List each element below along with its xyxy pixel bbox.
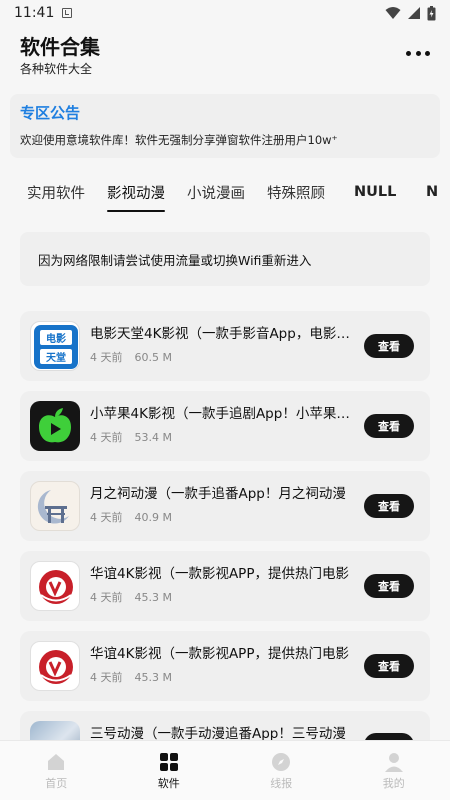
category-tabs: 实用软件 影视动漫 小说漫画 特殊照顾 NULL N: [0, 172, 450, 216]
more-options-button[interactable]: [406, 46, 430, 60]
nav-software[interactable]: 软件: [113, 741, 226, 800]
nav-home[interactable]: 首页: [0, 741, 113, 800]
tab-novel-comic[interactable]: 小说漫画: [187, 172, 245, 212]
app-meta: 4 天前 60.5 M: [90, 351, 172, 365]
page-title: 软件合集: [20, 35, 100, 59]
app-size: 45.3 M: [134, 591, 172, 604]
user-icon: [384, 752, 403, 772]
app-time: 4 天前: [90, 671, 123, 684]
app-meta: 4 天前 40.9 M: [90, 511, 172, 525]
wifi-icon: [385, 7, 401, 19]
nav-news[interactable]: 线报: [225, 741, 338, 800]
app-list-item[interactable]: 华谊4K影视（一款影视APP，提供热门电影 4 天前 45.3 M 查看: [20, 551, 430, 621]
app-time: 4 天前: [90, 591, 123, 604]
tab-utility[interactable]: 实用软件: [27, 172, 85, 212]
icon-text-top: 电影: [40, 330, 72, 345]
tab-special[interactable]: 特殊照顾: [267, 172, 325, 212]
huayi-app-icon: [30, 641, 80, 691]
view-button[interactable]: 查看: [364, 334, 414, 358]
nav-label: 软件: [157, 776, 180, 790]
more-dot-icon: [425, 50, 430, 56]
status-bar: 11:41: [0, 0, 450, 26]
moon-shrine-app-icon: [30, 481, 80, 531]
nav-label: 首页: [45, 776, 68, 790]
app-size: 60.5 M: [134, 351, 172, 364]
app-time: 4 天前: [90, 431, 123, 444]
app-size: 40.9 M: [134, 511, 172, 524]
tab-n[interactable]: N: [426, 172, 438, 212]
app-list-item[interactable]: 月之祠动漫（一款手追番App！月之祠动漫 4 天前 40.9 M 查看: [20, 471, 430, 541]
nav-profile[interactable]: 我的: [338, 741, 450, 800]
announcement-title: 专区公告: [20, 104, 81, 122]
announcement-card: 专区公告 欢迎使用意境软件库！软件无强制分享弹窗软件注册用户10w⁺: [10, 94, 440, 158]
green-apple-app-icon: [30, 401, 80, 451]
app-time: 4 天前: [90, 511, 123, 524]
app-name: 电影天堂4K影视（一款手影音App，电影天堂: [90, 326, 354, 342]
announcement-text: 欢迎使用意境软件库！软件无强制分享弹窗软件注册用户10w⁺: [20, 133, 338, 147]
view-button[interactable]: 查看: [364, 414, 414, 438]
app-size: 53.4 M: [134, 431, 172, 444]
app-list-item[interactable]: 小苹果4K影视（一款手追剧App！小苹果4K影视 4 天前 53.4 M 查看: [20, 391, 430, 461]
view-button[interactable]: 查看: [364, 574, 414, 598]
compass-icon: [272, 752, 291, 771]
page-header: 软件合集 各种软件大全: [0, 26, 450, 86]
home-icon: [48, 753, 65, 770]
signal-icon: [408, 7, 420, 19]
app-list-item[interactable]: 华谊4K影视（一款影视APP，提供热门电影 4 天前 45.3 M 查看: [20, 631, 430, 701]
huayi-app-icon: [30, 561, 80, 611]
more-dot-icon: [415, 50, 421, 56]
nav-label: 我的: [382, 776, 405, 790]
app-name: 小苹果4K影视（一款手追剧App！小苹果4K影视: [90, 406, 354, 422]
more-dot-icon: [406, 50, 411, 56]
app-name: 月之祠动漫（一款手追番App！月之祠动漫: [90, 486, 346, 502]
notification-icon: [62, 8, 73, 18]
nav-label: 线报: [270, 776, 293, 790]
app-list-item[interactable]: 电影 天堂 电影天堂4K影视（一款手影音App，电影天堂 4 天前 60.5 M …: [20, 311, 430, 381]
app-meta: 4 天前 53.4 M: [90, 431, 172, 445]
app-size: 45.3 M: [134, 671, 172, 684]
page-subtitle: 各种软件大全: [20, 62, 93, 76]
bottom-navigation: 首页 软件 线报 我的: [0, 740, 450, 800]
tab-null[interactable]: NULL: [354, 172, 396, 212]
app-meta: 4 天前 45.3 M: [90, 671, 172, 685]
tab-video-anime[interactable]: 影视动漫: [107, 172, 165, 212]
icon-text-bottom: 天堂: [40, 349, 72, 364]
app-name: 华谊4K影视（一款影视APP，提供热门电影: [90, 646, 349, 662]
network-notice: 因为网络限制请尝试使用流量或切换Wifi重新进入: [20, 232, 430, 286]
app-meta: 4 天前 45.3 M: [90, 591, 172, 605]
grid-icon: [159, 752, 178, 771]
view-button[interactable]: 查看: [364, 654, 414, 678]
battery-icon: [427, 5, 436, 20]
movie-heaven-app-icon: 电影 天堂: [30, 321, 80, 371]
app-time: 4 天前: [90, 351, 123, 364]
view-button[interactable]: 查看: [364, 494, 414, 518]
status-time: 11:41: [14, 5, 55, 21]
app-name: 华谊4K影视（一款影视APP，提供热门电影: [90, 566, 349, 582]
